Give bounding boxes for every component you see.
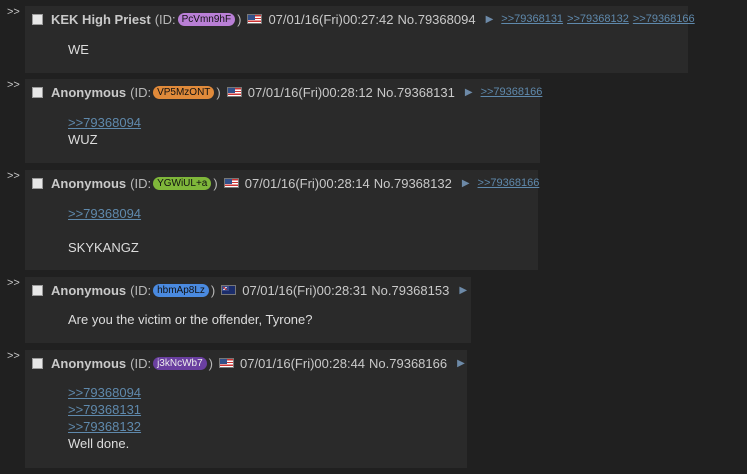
post-text: Well done. xyxy=(68,436,130,451)
poster-name: Anonymous xyxy=(51,282,127,298)
post-checkbox[interactable] xyxy=(32,177,43,189)
poster-id-badge[interactable]: j3kNcWb7 xyxy=(153,356,207,370)
quote-link[interactable]: >>79368094 xyxy=(68,384,141,401)
side-arrows: >> xyxy=(7,6,20,18)
post-number[interactable]: No.79368153 xyxy=(371,283,449,298)
quote-link[interactable]: >>79368132 xyxy=(68,418,141,435)
backlink[interactable]: >>79368132 xyxy=(567,13,629,25)
id-label: (ID: xyxy=(130,355,152,371)
id-label: (ID: xyxy=(130,84,152,100)
post-menu-icon[interactable]: ▶ xyxy=(457,358,465,369)
post-menu-icon[interactable]: ▶ xyxy=(486,14,494,25)
side-arrows: >> xyxy=(7,277,20,289)
side-arrows: >> xyxy=(7,170,20,182)
post-body: >>79368094 WUZ xyxy=(68,114,141,148)
post-header: KEK High Priest (ID: PcVmn9hF ) 07/01/16… xyxy=(32,10,699,28)
backlink[interactable]: >>79368131 xyxy=(501,13,563,25)
id-label: (ID: xyxy=(130,175,152,191)
post: Anonymous (ID: hbmAp8Lz ) 07/01/16(Fri)0… xyxy=(25,277,471,343)
backlink[interactable]: >>79368166 xyxy=(633,13,695,25)
post-text: Are you the victim or the offender, Tyro… xyxy=(68,312,313,327)
id-close: ) xyxy=(237,11,242,27)
us-flag-icon xyxy=(219,358,234,368)
post-header: Anonymous (ID: VP5MzONT ) 07/01/16(Fri)0… xyxy=(32,83,546,101)
post-datetime: 07/01/16(Fri)00:27:42 xyxy=(268,11,394,27)
post-menu-icon[interactable]: ▶ xyxy=(462,178,470,189)
post-number[interactable]: No.79368132 xyxy=(374,176,452,191)
post-datetime: 07/01/16(Fri)00:28:44 xyxy=(240,355,366,371)
us-flag-icon xyxy=(226,87,242,97)
post-body: Are you the victim or the offender, Tyro… xyxy=(68,311,313,328)
post-body: WE xyxy=(68,41,89,58)
post-header: Anonymous (ID: hbmAp8Lz ) 07/01/16(Fri)0… xyxy=(32,281,475,299)
post-number[interactable]: No.79368131 xyxy=(377,85,455,100)
us-flag-icon xyxy=(247,14,263,24)
id-label: (ID: xyxy=(130,282,152,298)
post-datetime: 07/01/16(Fri)00:28:14 xyxy=(244,175,370,191)
post-datetime: 07/01/16(Fri)00:28:12 xyxy=(247,84,373,100)
id-close: ) xyxy=(216,84,221,100)
backlink[interactable]: >>79368166 xyxy=(481,86,543,98)
poster-id-badge[interactable]: YGWiUL+a xyxy=(153,176,212,190)
post: KEK High Priest (ID: PcVmn9hF ) 07/01/16… xyxy=(25,6,695,73)
id-close: ) xyxy=(208,355,213,371)
thread: >> KEK High Priest (ID: PcVmn9hF ) 07/01… xyxy=(0,0,747,474)
post-header: Anonymous (ID: YGWiUL+a ) 07/01/16(Fri)0… xyxy=(32,174,543,192)
post: Anonymous (ID: YGWiUL+a ) 07/01/16(Fri)0… xyxy=(25,170,539,270)
quote-link[interactable]: >>79368094 xyxy=(68,205,141,222)
poster-name: KEK High Priest xyxy=(51,11,151,27)
quote-link[interactable]: >>79368131 xyxy=(68,401,141,418)
post-body: >>79368094 >>79368131 >>79368132 Well do… xyxy=(68,384,141,452)
au-flag-icon xyxy=(221,285,237,295)
backlink[interactable]: >>79368166 xyxy=(478,177,540,189)
post-checkbox[interactable] xyxy=(32,86,43,98)
poster-name: Anonymous xyxy=(51,84,127,100)
id-label: (ID: xyxy=(154,11,176,27)
post-checkbox[interactable] xyxy=(32,284,43,296)
post-text: WE xyxy=(68,42,89,57)
id-close: ) xyxy=(210,282,216,298)
post-datetime: 07/01/16(Fri)00:28:31 xyxy=(242,282,368,298)
poster-id-badge[interactable]: PcVmn9hF xyxy=(177,12,236,26)
post-text: WUZ xyxy=(68,132,98,147)
post-number[interactable]: No.79368166 xyxy=(369,356,447,371)
quote-link[interactable]: >>79368094 xyxy=(68,114,141,131)
post-text: SKYKANGZ xyxy=(68,240,139,255)
poster-id-badge[interactable]: hbmAp8Lz xyxy=(153,283,209,297)
post-menu-icon[interactable]: ▶ xyxy=(465,87,473,98)
poster-name: Anonymous xyxy=(51,175,127,191)
poster-name: Anonymous xyxy=(51,355,127,371)
side-arrows: >> xyxy=(7,350,20,362)
post: Anonymous (ID: j3kNcWb7 ) 07/01/16(Fri)0… xyxy=(25,350,467,468)
post-number[interactable]: No.79368094 xyxy=(397,12,475,27)
post-menu-icon[interactable]: ▶ xyxy=(459,285,467,296)
post-body: >>79368094 SKYKANGZ xyxy=(68,205,141,256)
post-checkbox[interactable] xyxy=(32,357,43,369)
id-close: ) xyxy=(213,175,218,191)
post-checkbox[interactable] xyxy=(32,13,43,25)
post-header: Anonymous (ID: j3kNcWb7 ) 07/01/16(Fri)0… xyxy=(32,354,473,372)
us-flag-icon xyxy=(223,178,239,188)
poster-id-badge[interactable]: VP5MzONT xyxy=(153,85,215,99)
post: Anonymous (ID: VP5MzONT ) 07/01/16(Fri)0… xyxy=(25,79,542,163)
side-arrows: >> xyxy=(7,79,20,91)
